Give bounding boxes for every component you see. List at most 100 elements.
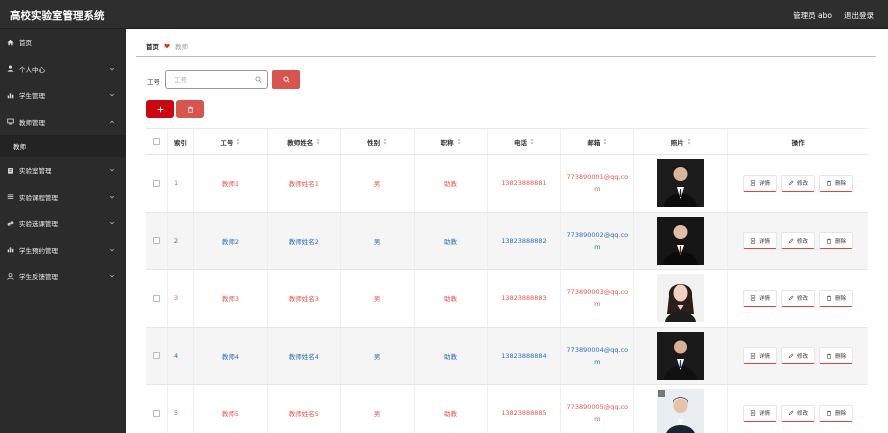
column-header[interactable]: 工号	[194, 129, 268, 154]
delete-button[interactable]: 删除	[819, 404, 854, 422]
button-label: 修改	[797, 296, 809, 303]
teacher-photo[interactable]	[657, 216, 705, 265]
breadcrumb-home[interactable]: 首页	[146, 41, 159, 51]
sort-icon[interactable]	[236, 138, 240, 145]
sidebar-item-label: 实验室管理	[19, 167, 52, 176]
sidebar-item-reservation[interactable]: 学生预约管理	[0, 237, 126, 264]
email-cell: 773890002@qq.co m	[561, 212, 635, 269]
detail-button[interactable]: 详情	[743, 289, 778, 307]
column-header[interactable]: 邮箱	[561, 129, 635, 154]
sort-icon[interactable]	[530, 138, 534, 145]
button-label: 修改	[797, 181, 809, 188]
row-checkbox[interactable]	[152, 409, 160, 417]
breadcrumb-current: 教师	[175, 43, 188, 51]
edit-button[interactable]: 修改	[781, 404, 816, 422]
column-header[interactable]: 职称	[415, 129, 488, 154]
chart-icon	[6, 91, 15, 100]
search-input[interactable]	[166, 71, 246, 88]
detail-button[interactable]: 详情	[743, 232, 778, 250]
teacher-no-cell: 教师3	[194, 270, 268, 327]
teacher-name-cell: 教师姓名3	[268, 270, 341, 327]
logout-link[interactable]: 退出登录	[844, 10, 874, 21]
row-checkbox[interactable]	[152, 237, 160, 245]
email-line: m	[594, 415, 601, 424]
email-cell: 773890005@qq.co m	[561, 385, 635, 433]
sidebar-item-course-mgmt[interactable]: 实验课程管理	[0, 184, 126, 211]
column-header[interactable]: 性别	[341, 129, 415, 154]
top-bar: 高校实验室管理系统 管理员 abo 退出登录	[0, 0, 888, 29]
sidebar-item-feedback[interactable]: 学生反馈管理	[0, 263, 126, 290]
delete-button[interactable]: 删除	[819, 347, 854, 365]
column-header[interactable]: 照片	[634, 129, 729, 154]
button-label: 修改	[797, 411, 809, 418]
column-header: 索引	[168, 129, 194, 154]
search-box	[165, 70, 268, 89]
sex-cell: 男	[341, 155, 415, 212]
delete-button[interactable]: 删除	[819, 232, 854, 250]
search-button[interactable]	[272, 70, 300, 89]
teacher-name-cell: 教师姓名2	[268, 212, 341, 269]
email-cell: 773890001@qq.co m	[561, 155, 635, 212]
detail-button[interactable]: 详情	[743, 174, 778, 192]
table-row: 4 教师4 教师姓名4 男 助教 13823888884 773890004@q…	[146, 327, 868, 385]
delete-button[interactable]: 删除	[819, 289, 854, 307]
edit-icon	[788, 295, 794, 301]
column-header[interactable]: 教师姓名	[268, 129, 341, 154]
row-checkbox[interactable]	[152, 352, 160, 360]
teacher-name-cell: 教师姓名1	[268, 155, 341, 212]
clipboard-icon	[6, 166, 15, 175]
teacher-no-cell: 教师5	[194, 385, 268, 433]
sidebar: 首页 个人中心 学生管理 教师管理 教师 实验室管理 实验课程管理 实验选课管理…	[0, 29, 126, 433]
edit-button[interactable]: 修改	[781, 174, 816, 192]
detail-button[interactable]: 详情	[743, 347, 778, 365]
user-icon	[6, 64, 15, 73]
sidebar-item-course-selection[interactable]: 实验选课管理	[0, 210, 126, 237]
trash-icon	[826, 180, 832, 186]
column-title: 性别	[367, 138, 381, 147]
sort-icon[interactable]	[457, 138, 461, 145]
teacher-photo[interactable]	[657, 274, 705, 323]
index-cell: 5	[168, 385, 194, 433]
teacher-photo[interactable]	[657, 159, 705, 208]
chevron-down-icon	[109, 248, 115, 252]
sidebar-item-label: 学生管理	[19, 92, 45, 101]
sidebar-item-personal-center[interactable]: 个人中心	[0, 56, 126, 83]
teacher-photo[interactable]	[657, 389, 705, 433]
email-line: 773890003@qq.co	[566, 288, 629, 297]
column-title: 照片	[670, 138, 684, 147]
sidebar-item-label: 学生预约管理	[19, 246, 58, 255]
sidebar-item-student-mgmt[interactable]: 学生管理	[0, 82, 126, 109]
batch-delete-button[interactable]	[176, 100, 204, 118]
chevron-down-icon	[109, 195, 115, 199]
chevron-down-icon	[109, 275, 115, 278]
sidebar-item-teacher-mgmt[interactable]: 教师管理	[0, 109, 126, 136]
table-header: 索引 工号 教师姓名 性别 职称 电话 邮箱 照片 操作	[146, 128, 868, 155]
button-label: 删除	[835, 181, 847, 188]
search-icon	[255, 76, 262, 83]
sidebar-item-label: 个人中心	[19, 65, 45, 74]
column-header[interactable]: 电话	[488, 129, 562, 154]
row-checkbox[interactable]	[152, 179, 160, 187]
user-icon	[6, 272, 15, 281]
email-line: 773890005@qq.co	[566, 403, 629, 412]
admin-user-label[interactable]: 管理员 abo	[793, 10, 832, 21]
button-label: 详情	[759, 296, 771, 303]
detail-button[interactable]: 详情	[743, 404, 778, 422]
main-content: 首页 教师 工号 索引 工号 教师姓名 性别 职称 电话 邮箱 照片 操作	[126, 29, 888, 433]
sort-icon[interactable]	[687, 138, 691, 145]
delete-button[interactable]: 删除	[819, 174, 854, 192]
row-checkbox[interactable]	[152, 294, 160, 302]
teacher-photo[interactable]	[657, 331, 705, 380]
edit-button[interactable]: 修改	[781, 232, 816, 250]
sidebar-subitem-teacher[interactable]: 教师	[0, 135, 126, 157]
add-button[interactable]	[146, 100, 174, 118]
sort-icon[interactable]	[603, 138, 607, 145]
edit-icon	[788, 353, 794, 358]
edit-button[interactable]: 修改	[781, 347, 816, 365]
sort-icon[interactable]	[316, 138, 320, 145]
sidebar-item-home[interactable]: 首页	[0, 29, 126, 56]
sidebar-item-lab-mgmt[interactable]: 实验室管理	[0, 157, 126, 184]
select-all-checkbox[interactable]	[152, 138, 160, 145]
edit-button[interactable]: 修改	[781, 289, 816, 307]
sort-icon[interactable]	[383, 138, 387, 145]
